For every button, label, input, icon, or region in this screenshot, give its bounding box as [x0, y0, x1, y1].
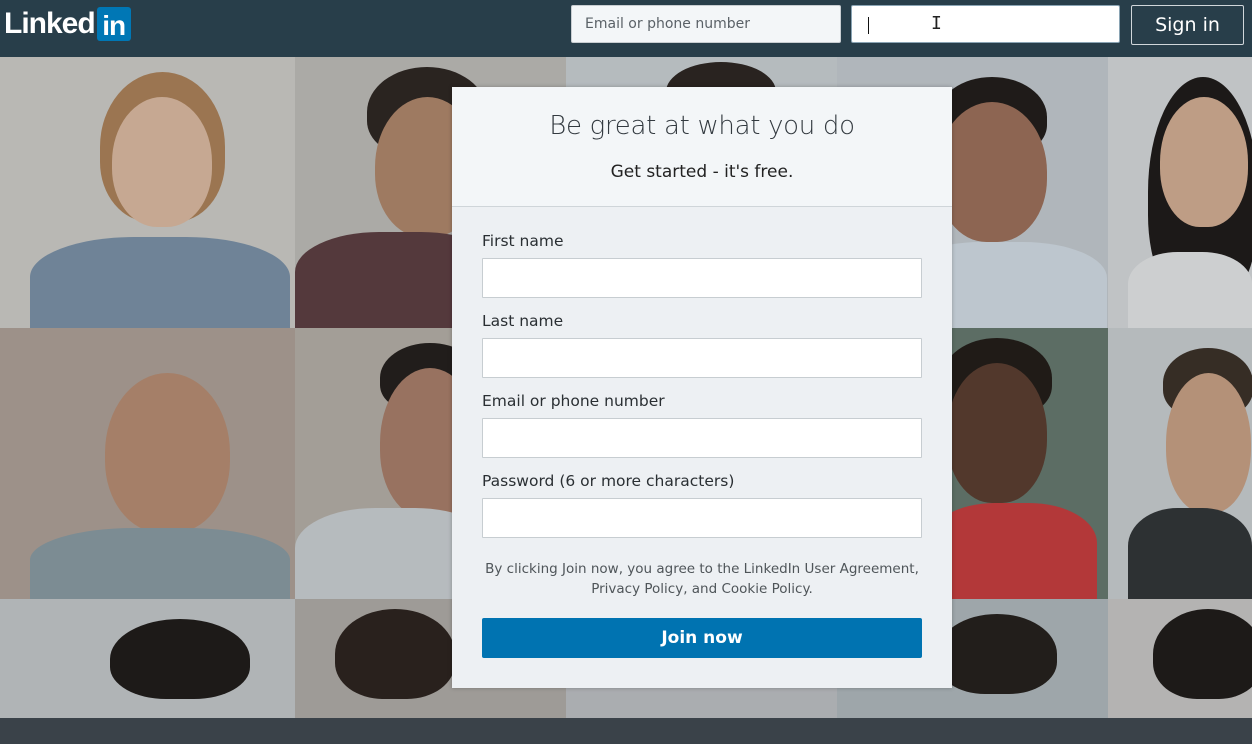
- photo-tile: [0, 328, 295, 599]
- logo-in-badge: in: [96, 7, 131, 41]
- signup-email-input[interactable]: [482, 418, 922, 458]
- login-email-input[interactable]: [571, 5, 841, 43]
- logo-wordmark: Linked: [4, 7, 96, 40]
- top-nav-bar: Linked in I Sign in: [0, 0, 1252, 58]
- first-name-label: First name: [482, 232, 564, 250]
- signup-title: Be great at what you do: [549, 111, 855, 141]
- user-agreement-link[interactable]: User Agreement: [805, 561, 915, 577]
- signup-password-input[interactable]: [482, 498, 922, 538]
- photo-tile: [1108, 57, 1252, 328]
- footer-band: [0, 718, 1252, 744]
- legal-notice: By clicking Join now, you agree to the L…: [485, 561, 919, 597]
- signup-card: Be great at what you do Get started - it…: [452, 87, 952, 688]
- text-cursor-icon: I: [931, 13, 942, 34]
- last-name-input[interactable]: [482, 338, 922, 378]
- photo-tile: [1108, 328, 1252, 599]
- last-name-label: Last name: [482, 312, 564, 330]
- signup-card-header: Be great at what you do Get started - it…: [452, 87, 952, 207]
- signup-subtitle: Get started - it's free.: [610, 162, 794, 182]
- password-label: Password (6 or more characters): [482, 472, 735, 490]
- privacy-policy-link[interactable]: Privacy Policy: [591, 581, 683, 597]
- email-label: Email or phone number: [482, 392, 665, 410]
- first-name-input[interactable]: [482, 258, 922, 298]
- photo-tile: [0, 57, 295, 328]
- text-caret: [868, 17, 869, 34]
- photo-tile: [1108, 599, 1252, 718]
- login-password-input[interactable]: [851, 5, 1120, 43]
- join-now-button[interactable]: Join now: [482, 618, 922, 658]
- sign-in-button[interactable]: Sign in: [1131, 5, 1244, 45]
- photo-tile: [0, 599, 295, 718]
- cookie-policy-link[interactable]: Cookie Policy: [721, 581, 808, 597]
- linkedin-logo[interactable]: Linked in: [4, 6, 131, 42]
